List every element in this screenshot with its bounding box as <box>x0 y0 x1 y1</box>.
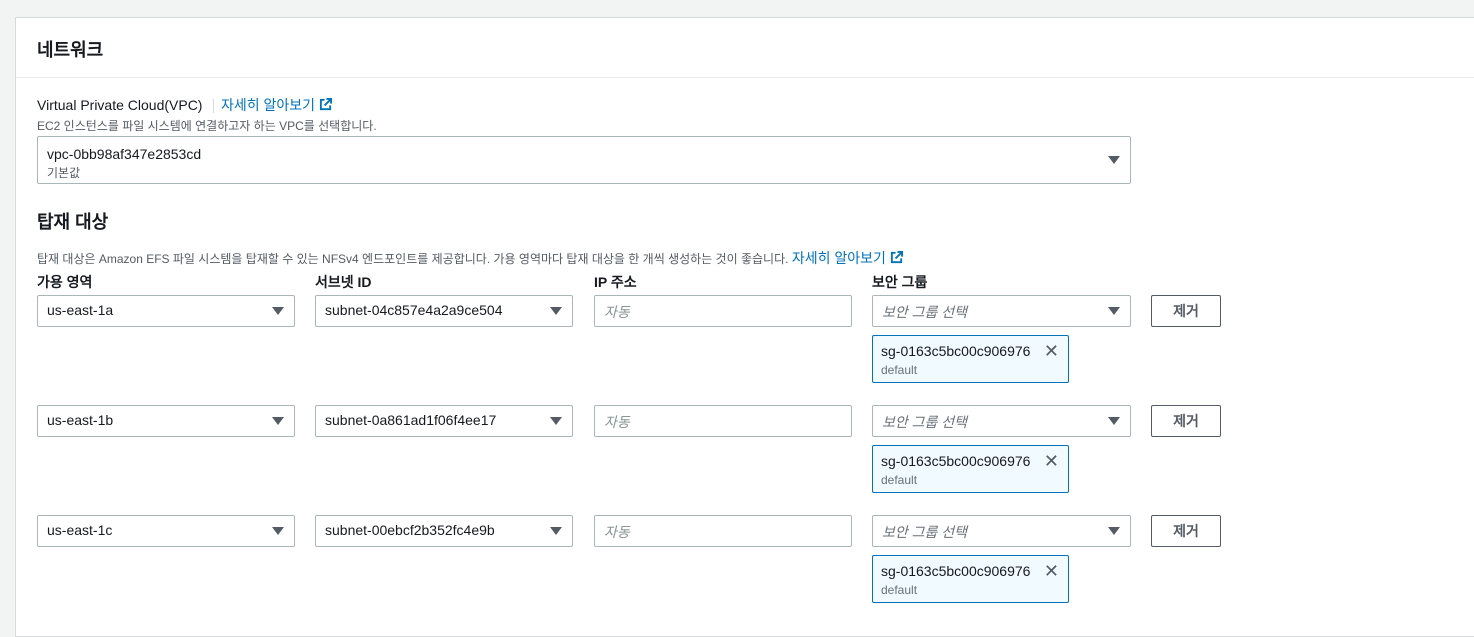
ip-address-placeholder: 자동 <box>604 304 630 320</box>
caret-down-icon <box>272 417 284 425</box>
caret-down-icon <box>550 527 562 535</box>
subnet-select[interactable]: subnet-04c857e4a2a9ce504 <box>315 295 573 327</box>
security-group-placeholder: 보안 그룹 선택 <box>882 414 968 430</box>
security-group-token-value: sg-0163c5bc00c906976 <box>881 453 1031 469</box>
mount-targets-description: 탑재 대상은 Amazon EFS 파일 시스템을 탑재할 수 있는 NFSv4… <box>37 248 903 268</box>
security-group-select[interactable]: 보안 그룹 선택 <box>872 295 1131 327</box>
security-group-token-sub: default <box>881 583 918 597</box>
az-select[interactable]: us-east-1b <box>37 405 295 437</box>
security-group-placeholder: 보안 그룹 선택 <box>882 304 968 320</box>
remove-button[interactable]: 제거 <box>1151 405 1221 437</box>
ip-address-placeholder: 자동 <box>604 524 630 540</box>
vpc-description: EC2 인스턴스를 파일 시스템에 연결하고자 하는 VPC를 선택합니다. <box>37 119 377 133</box>
vpc-info-link[interactable]: 자세히 알아보기 <box>221 95 333 115</box>
column-header-subnet: 서브넷 ID <box>315 274 372 290</box>
subnet-select[interactable]: subnet-00ebcf2b352fc4e9b <box>315 515 573 547</box>
ip-address-placeholder: 자동 <box>604 414 630 430</box>
subnet-select[interactable]: subnet-0a861ad1f06f4ee17 <box>315 405 573 437</box>
security-group-select[interactable]: 보안 그룹 선택 <box>872 515 1131 547</box>
security-group-token: sg-0163c5bc00c906976 default ✕ <box>872 445 1069 493</box>
column-header-sg: 보안 그룹 <box>872 274 928 290</box>
section-title: 네트워크 <box>37 40 104 60</box>
vpc-selected-value: vpc-0bb98af347e2853cd <box>47 146 202 162</box>
ip-address-input[interactable]: 자동 <box>594 295 852 327</box>
caret-down-icon <box>550 417 562 425</box>
vpc-selected-sub: 기본값 <box>47 166 81 180</box>
ip-address-input[interactable]: 자동 <box>594 405 852 437</box>
close-icon[interactable]: ✕ <box>1044 342 1059 360</box>
az-select-value: us-east-1a <box>47 302 114 318</box>
az-select[interactable]: us-east-1c <box>37 515 295 547</box>
remove-button[interactable]: 제거 <box>1151 295 1221 327</box>
mount-targets-info-link[interactable]: 자세히 알아보기 <box>792 250 886 266</box>
caret-down-icon <box>550 307 562 315</box>
caret-down-icon <box>1108 156 1120 164</box>
remove-button[interactable]: 제거 <box>1151 515 1221 547</box>
mount-targets-title: 탑재 대상 <box>37 212 109 232</box>
panel-header: 네트워크 <box>16 18 1474 78</box>
external-link-icon <box>319 98 333 111</box>
az-select-value: us-east-1b <box>47 412 114 428</box>
security-group-placeholder: 보안 그룹 선택 <box>882 524 968 540</box>
security-group-token-sub: default <box>881 363 918 377</box>
az-select[interactable]: us-east-1a <box>37 295 295 327</box>
close-icon[interactable]: ✕ <box>1044 562 1059 580</box>
external-link-icon <box>890 251 903 264</box>
subnet-select-value: subnet-0a861ad1f06f4ee17 <box>325 412 497 428</box>
security-group-token: sg-0163c5bc00c906976 default ✕ <box>872 555 1069 603</box>
caret-down-icon <box>1108 417 1120 425</box>
caret-down-icon <box>1108 307 1120 315</box>
column-header-ip: IP 주소 <box>594 274 637 290</box>
security-group-token-value: sg-0163c5bc00c906976 <box>881 343 1031 359</box>
security-group-token-value: sg-0163c5bc00c906976 <box>881 563 1031 579</box>
caret-down-icon <box>272 527 284 535</box>
vpc-info-link-label: 자세히 알아보기 <box>221 97 316 113</box>
column-header-az: 가용 영역 <box>37 274 93 290</box>
security-group-token: sg-0163c5bc00c906976 default ✕ <box>872 335 1069 383</box>
ip-address-input[interactable]: 자동 <box>594 515 852 547</box>
security-group-select[interactable]: 보안 그룹 선택 <box>872 405 1131 437</box>
close-icon[interactable]: ✕ <box>1044 452 1059 470</box>
network-panel: 네트워크 Virtual Private Cloud(VPC) 자세히 알아보기… <box>15 17 1474 637</box>
caret-down-icon <box>1108 527 1120 535</box>
az-select-value: us-east-1c <box>47 522 113 538</box>
divider <box>213 99 214 113</box>
vpc-select[interactable]: vpc-0bb98af347e2853cd 기본값 <box>37 136 1131 184</box>
subnet-select-value: subnet-00ebcf2b352fc4e9b <box>325 522 495 538</box>
vpc-label: Virtual Private Cloud(VPC) <box>37 97 203 113</box>
subnet-select-value: subnet-04c857e4a2a9ce504 <box>325 302 503 318</box>
caret-down-icon <box>272 307 284 315</box>
security-group-token-sub: default <box>881 473 918 487</box>
